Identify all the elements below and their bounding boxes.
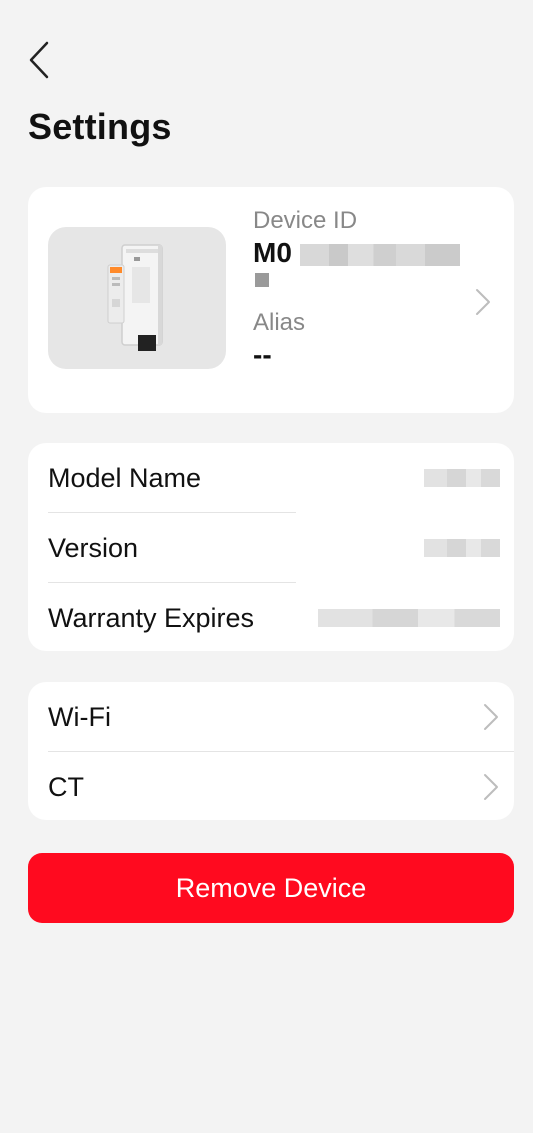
warranty-label: Warranty Expires bbox=[48, 602, 255, 633]
model-name-value-redacted bbox=[424, 469, 500, 487]
redacted-text bbox=[255, 273, 269, 287]
version-value-redacted bbox=[424, 539, 500, 557]
warranty-row: Warranty Expires bbox=[48, 583, 500, 653]
version-label: Version bbox=[48, 532, 139, 563]
model-name-label: Model Name bbox=[48, 462, 202, 493]
device-id-label: Device ID bbox=[253, 207, 358, 234]
connectivity-card: Wi-Fi CT bbox=[28, 682, 514, 820]
device-info: Device ID M0 Alias -- bbox=[253, 205, 463, 371]
page-title: Settings bbox=[28, 106, 172, 147]
wifi-label: Wi-Fi bbox=[48, 701, 111, 732]
warranty-value-redacted bbox=[318, 609, 500, 627]
device-details-card: Model Name Version Warranty Expires bbox=[28, 443, 514, 651]
ct-label: CT bbox=[48, 771, 84, 802]
model-name-row: Model Name bbox=[48, 443, 500, 513]
redacted-text bbox=[299, 243, 460, 266]
wifi-row[interactable]: Wi-Fi bbox=[48, 682, 500, 752]
alias-label: Alias bbox=[253, 309, 306, 336]
chevron-right-icon bbox=[484, 704, 498, 730]
back-button[interactable] bbox=[28, 40, 68, 80]
device-id-value: M0 bbox=[253, 237, 463, 287]
chevron-right-icon bbox=[484, 774, 498, 800]
device-card[interactable]: Device ID M0 Alias -- bbox=[28, 187, 514, 413]
chevron-left-icon bbox=[29, 41, 49, 79]
remove-device-button[interactable]: Remove Device bbox=[28, 853, 514, 923]
ct-row[interactable]: CT bbox=[48, 752, 500, 822]
chevron-right-icon bbox=[476, 289, 490, 315]
device-image bbox=[48, 227, 226, 369]
alias-value: -- bbox=[253, 339, 272, 370]
version-row: Version bbox=[48, 513, 500, 583]
device-id-prefix: M0 bbox=[253, 237, 292, 268]
